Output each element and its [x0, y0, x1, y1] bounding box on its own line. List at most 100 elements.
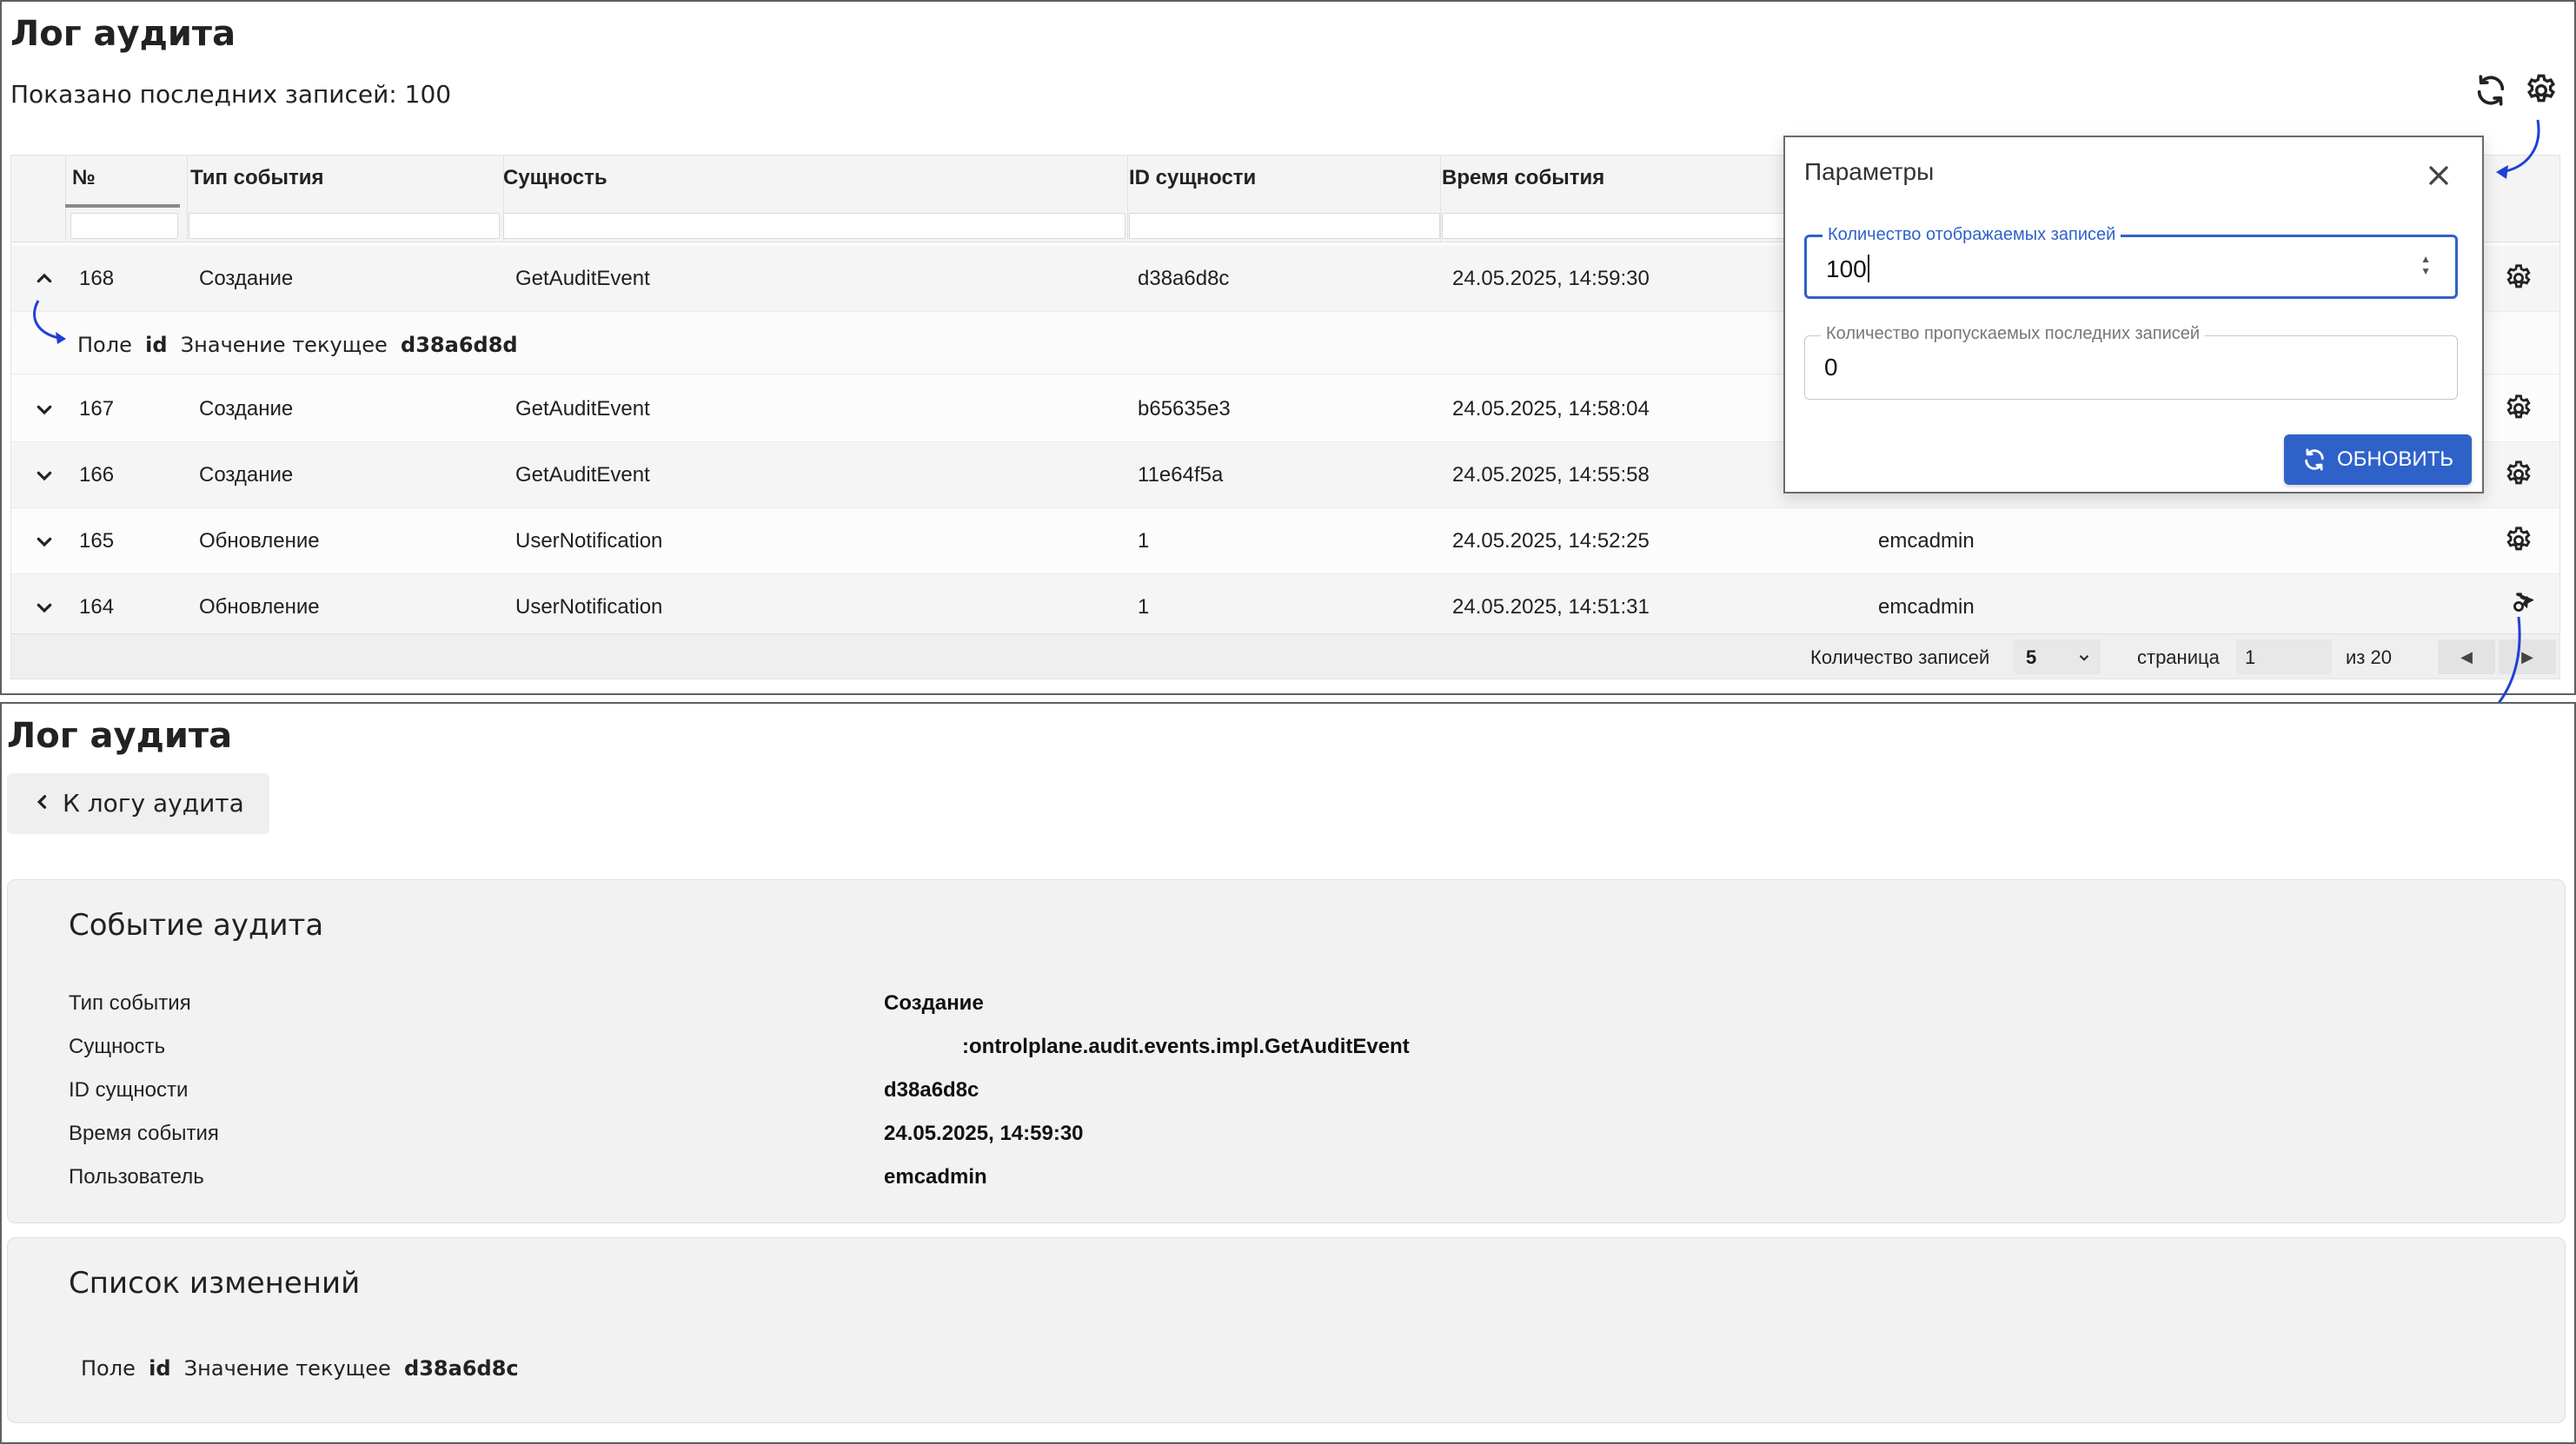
cell-entity: GetAuditEvent [515, 397, 650, 421]
column-header-event-time[interactable]: Время события [1442, 166, 1604, 190]
cell-entity-id: d38a6d8c [1138, 267, 1230, 290]
back-button-label: К логу аудита [63, 789, 244, 818]
column-header-num[interactable]: № [72, 166, 96, 190]
page-title: Лог аудита [7, 716, 233, 756]
row-settings-gear-icon[interactable] [2504, 460, 2535, 491]
page-label: страница [2137, 646, 2220, 668]
page-input[interactable]: 1 [2236, 639, 2332, 674]
cell-event-time: 24.05.2025, 14:51:31 [1452, 595, 1650, 619]
cell-user: emcadmin [1878, 529, 1975, 553]
filter-entity[interactable] [503, 213, 1125, 239]
detail-field-name: id [145, 333, 168, 357]
value-event-time: 24.05.2025, 14:59:30 [884, 1122, 1084, 1145]
page-of-label: из 20 [2346, 646, 2392, 668]
displayed-records-value: 100 [1826, 255, 1867, 282]
value-user: emcadmin [884, 1165, 987, 1189]
chevron-up-icon[interactable] [30, 265, 58, 293]
settings-gear-icon[interactable] [2520, 70, 2562, 111]
cell-entity: GetAuditEvent [515, 463, 650, 487]
changes-list-card: Список изменений Поле id Значение текуще… [7, 1237, 2566, 1423]
cell-event-type: Обновление [199, 529, 320, 553]
back-to-audit-log-button[interactable]: К логу аудита [7, 773, 269, 834]
audit-event-card: Событие аудита Тип события Создание Сущн… [7, 879, 2566, 1223]
label-entity-id: ID сущности [69, 1078, 189, 1102]
filter-num[interactable] [70, 213, 178, 239]
cell-entity-id: 1 [1138, 595, 1150, 619]
refresh-icon[interactable] [2470, 70, 2512, 111]
detail-field-label: Поле [77, 333, 132, 357]
change-field-label: Поле [81, 1356, 136, 1381]
refresh-button-label: ОБНОВИТЬ [2336, 447, 2454, 471]
change-item: Поле id Значение текущее d38a6d8c [81, 1356, 519, 1381]
records-shown-text: Показано последних записей: 100 [10, 80, 452, 109]
table-row[interactable]: 165 Обновление UserNotification 1 24.05.… [11, 508, 2559, 574]
cell-event-type: Обновление [199, 595, 320, 619]
table-footer: Количество записей 5 страница 1 из 20 ◀ … [11, 633, 2559, 679]
value-entity-id: d38a6d8c [884, 1078, 979, 1102]
cell-entity-id: 11e64f5a [1138, 463, 1224, 487]
table-row[interactable]: 164 Обновление UserNotification 1 24.05.… [11, 574, 2559, 640]
label-entity: Сущность [69, 1035, 166, 1058]
skipped-records-label: Количество пропускаемых последних записе… [1821, 324, 2206, 344]
chevron-down-icon[interactable] [30, 461, 58, 489]
records-count-select[interactable]: 5 [2014, 639, 2101, 674]
cell-event-time: 24.05.2025, 14:52:25 [1452, 529, 1650, 553]
change-value-label: Значение текущее [183, 1356, 391, 1381]
annotation-arrow [33, 300, 66, 344]
cell-event-time: 24.05.2025, 14:58:04 [1452, 397, 1650, 421]
label-event-type: Тип события [69, 991, 191, 1015]
displayed-records-label: Количество отображаемых записей [1822, 225, 2121, 245]
cell-num: 165 [79, 529, 115, 553]
cell-entity-id: 1 [1138, 529, 1150, 553]
detail-value-label: Значение текущее [180, 333, 388, 357]
label-user: Пользователь [69, 1165, 204, 1189]
audit-log-list-panel: Лог аудита Показано последних записей: 1… [0, 0, 2576, 695]
cell-event-type: Создание [199, 397, 294, 421]
cell-num: 166 [79, 463, 115, 487]
chevron-down-icon[interactable] [30, 395, 58, 423]
cell-entity: GetAuditEvent [515, 267, 650, 290]
value-event-type: Создание [884, 991, 984, 1015]
cell-num: 168 [79, 267, 115, 290]
filter-event-time[interactable] [1442, 213, 1789, 239]
row-settings-gear-icon[interactable] [2504, 263, 2535, 295]
records-count-value: 5 [2026, 646, 2037, 668]
skipped-records-value: 0 [1824, 354, 1838, 381]
cell-entity: UserNotification [515, 595, 663, 619]
refresh-icon [2305, 448, 2324, 471]
refresh-button[interactable]: ОБНОВИТЬ [2284, 434, 2472, 485]
column-header-event-type[interactable]: Тип события [190, 166, 324, 190]
cell-event-type: Создание [199, 267, 294, 290]
detail-line: Поле id Значение текущее d38a6d8d [77, 333, 518, 357]
records-count-label: Количество записей [1810, 646, 1990, 668]
audit-event-detail-panel: Лог аудита К логу аудита Событие аудита … [0, 702, 2576, 1444]
cell-entity-id: b65635e3 [1138, 397, 1231, 421]
chevron-left-icon [37, 795, 47, 809]
label-event-time: Время события [69, 1122, 219, 1145]
change-field-name: id [149, 1356, 171, 1381]
cell-num: 164 [79, 595, 115, 619]
cell-entity: UserNotification [515, 529, 663, 553]
row-settings-gear-icon[interactable] [2504, 394, 2535, 425]
filter-entity-id[interactable] [1129, 213, 1440, 239]
displayed-records-field[interactable]: Количество отображаемых записей 100 ▲ ▼ [1804, 225, 2458, 299]
chevron-down-icon[interactable] [30, 527, 58, 555]
card-title: Список изменений [69, 1266, 361, 1301]
cell-event-time: 24.05.2025, 14:55:58 [1452, 463, 1650, 487]
value-entity: :ontrolplane.audit.events.impl.GetAuditE… [962, 1035, 1410, 1058]
column-header-entity-id[interactable]: ID сущности [1129, 166, 1256, 190]
change-value: d38a6d8c [404, 1356, 519, 1381]
chevron-down-icon[interactable] [30, 593, 58, 621]
page-title: Лог аудита [10, 14, 236, 54]
cell-event-time: 24.05.2025, 14:59:30 [1452, 267, 1650, 290]
detail-value: d38a6d8d [401, 333, 518, 357]
close-icon[interactable] [2423, 160, 2454, 191]
annotation-arrow [2496, 119, 2540, 179]
cell-event-type: Создание [199, 463, 294, 487]
number-spinner-icon[interactable]: ▲ ▼ [2420, 253, 2431, 277]
parameters-popup: Параметры Количество отображаемых записе… [1783, 136, 2484, 493]
column-header-entity[interactable]: Сущность [503, 166, 607, 190]
filter-event-type[interactable] [189, 213, 500, 239]
row-settings-gear-icon[interactable] [2504, 526, 2535, 557]
skipped-records-field[interactable]: Количество пропускаемых последних записе… [1804, 324, 2458, 400]
